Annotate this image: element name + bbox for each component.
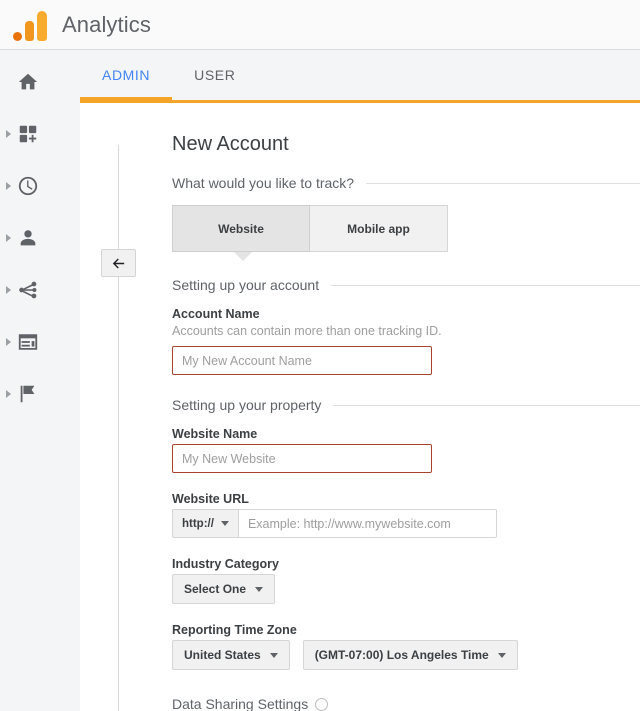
section-rule bbox=[333, 404, 640, 406]
industry-category-value: Select One bbox=[184, 582, 247, 596]
chevron-right-icon bbox=[6, 130, 11, 138]
reporting-time-zone-label: Reporting Time Zone bbox=[172, 623, 297, 637]
account-name-input[interactable] bbox=[172, 346, 432, 375]
website-url-label: Website URL bbox=[172, 492, 249, 506]
sidebar-item-realtime[interactable] bbox=[0, 166, 56, 206]
account-section-heading: Setting up your account bbox=[172, 277, 640, 293]
customization-grid-plus-icon bbox=[19, 125, 37, 143]
share-branch-icon bbox=[19, 281, 37, 299]
chevron-down-icon bbox=[497, 652, 506, 658]
industry-category-dropdown[interactable]: Select One bbox=[172, 574, 276, 604]
analytics-logo-icon bbox=[4, 9, 56, 41]
chevron-down-icon bbox=[269, 652, 278, 658]
property-section-label: Setting up your property bbox=[172, 397, 322, 413]
home-icon bbox=[18, 73, 38, 90]
chevron-right-icon bbox=[6, 234, 11, 242]
time-zone-value: (GMT-07:00) Los Angeles Time bbox=[314, 648, 489, 662]
track-question-heading: What would you like to track? bbox=[172, 175, 640, 191]
page-card-icon bbox=[18, 334, 38, 350]
back-button[interactable] bbox=[101, 249, 136, 277]
tab-bar: ADMIN USER bbox=[56, 50, 640, 100]
time-zone-country-value: United States bbox=[184, 648, 261, 662]
selected-tab-caret-icon bbox=[234, 252, 252, 261]
chevron-right-icon bbox=[6, 286, 11, 294]
property-section: Setting up your property Website Name We… bbox=[172, 397, 640, 711]
person-icon bbox=[20, 230, 36, 246]
website-url-row: http:// bbox=[172, 509, 640, 538]
info-icon[interactable] bbox=[315, 697, 329, 711]
section-rule bbox=[366, 182, 640, 184]
chevron-right-icon bbox=[6, 338, 11, 346]
time-zone-country-dropdown[interactable]: United States bbox=[172, 640, 290, 670]
clock-icon bbox=[18, 176, 38, 196]
new-account-form: New Account What would you like to track… bbox=[172, 133, 640, 711]
time-zone-dropdown[interactable]: (GMT-07:00) Los Angeles Time bbox=[302, 640, 518, 670]
website-url-input[interactable] bbox=[238, 509, 497, 538]
track-question-label: What would you like to track? bbox=[172, 175, 355, 191]
track-option-mobile-app[interactable]: Mobile app bbox=[310, 205, 448, 252]
chevron-down-icon bbox=[255, 586, 264, 592]
tab-user[interactable]: USER bbox=[172, 50, 257, 100]
website-name-input[interactable] bbox=[172, 444, 432, 473]
chevron-right-icon bbox=[6, 390, 11, 398]
app-header: Analytics bbox=[0, 0, 640, 50]
main-panel: ADMIN USER New Account What would you li… bbox=[56, 50, 640, 711]
content-divider-line bbox=[118, 145, 119, 711]
app-brand-title: Analytics bbox=[62, 11, 151, 37]
account-name-hint: Accounts can contain more than one track… bbox=[172, 324, 442, 338]
chevron-down-icon bbox=[220, 521, 229, 526]
sidebar-item-conversions[interactable] bbox=[0, 374, 56, 414]
sidebar-item-customization[interactable] bbox=[0, 114, 56, 154]
analytics-admin-page: Analytics ADMIN USER New Account What wo… bbox=[0, 0, 640, 711]
section-rule bbox=[331, 284, 640, 286]
sidebar-item-home[interactable] bbox=[0, 62, 56, 102]
sidebar-item-acquisition[interactable] bbox=[0, 270, 56, 310]
track-type-toggle-group: Website Mobile app bbox=[172, 205, 640, 261]
page-title: New Account bbox=[172, 133, 289, 155]
website-name-label: Website Name bbox=[172, 427, 258, 441]
industry-category-label: Industry Category bbox=[172, 557, 279, 571]
account-section-label: Setting up your account bbox=[172, 277, 320, 293]
content-card: New Account What would you like to track… bbox=[80, 100, 640, 711]
track-option-website[interactable]: Website bbox=[172, 205, 310, 252]
data-sharing-settings-heading: Data Sharing Settings bbox=[172, 696, 640, 711]
sidebar-item-audience[interactable] bbox=[0, 218, 56, 258]
url-protocol-dropdown[interactable]: http:// bbox=[172, 509, 239, 538]
account-name-label: Account Name bbox=[172, 307, 260, 321]
sidebar-item-behavior[interactable] bbox=[0, 322, 56, 362]
arrow-left-icon bbox=[112, 258, 125, 268]
tab-admin[interactable]: ADMIN bbox=[80, 50, 173, 100]
url-protocol-value: http:// bbox=[182, 517, 214, 530]
flag-icon bbox=[20, 385, 35, 403]
chevron-right-icon bbox=[6, 182, 11, 190]
property-section-heading: Setting up your property bbox=[172, 397, 640, 413]
time-zone-row: United States (GMT-07:00) Los Angeles Ti… bbox=[172, 640, 640, 670]
data-sharing-settings-label: Data Sharing Settings bbox=[172, 696, 309, 711]
sidebar-nav bbox=[0, 50, 56, 711]
